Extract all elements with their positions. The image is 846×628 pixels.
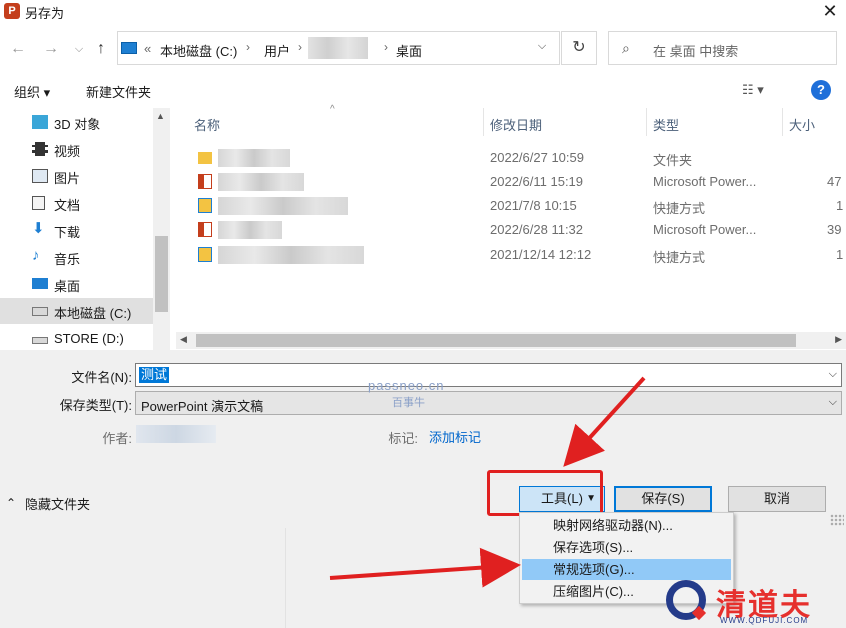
annotation-arrow-to-tools — [563, 376, 646, 467]
annotation-arrow-to-general-options — [329, 547, 521, 588]
logo-url: WWW.QDFUJI.COM — [720, 616, 809, 625]
qingdaofu-logo: 清道夫 WWW.QDFUJI.COM — [660, 578, 846, 628]
annotation-arrows — [329, 376, 646, 588]
